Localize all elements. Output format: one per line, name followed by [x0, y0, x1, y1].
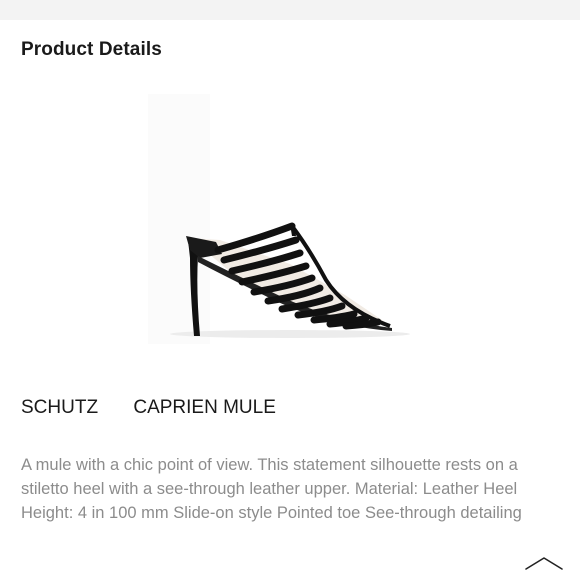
product-title-row: SCHUTZ CAPRIEN MULE	[21, 397, 276, 419]
product-name: CAPRIEN MULE	[133, 397, 276, 418]
top-bar	[0, 0, 580, 20]
chevron-up-icon	[525, 557, 563, 570]
shoe-illustration	[148, 94, 410, 344]
product-details-page: Product Details SCHUTZ CAPRIEN MULE A mu…	[0, 0, 580, 580]
brand-name[interactable]: SCHUTZ	[21, 397, 98, 419]
section-title: Product Details	[21, 39, 162, 60]
product-image	[140, 90, 440, 350]
product-description: A mule with a chic point of view. This s…	[21, 456, 522, 522]
collapse-button[interactable]	[522, 553, 566, 573]
